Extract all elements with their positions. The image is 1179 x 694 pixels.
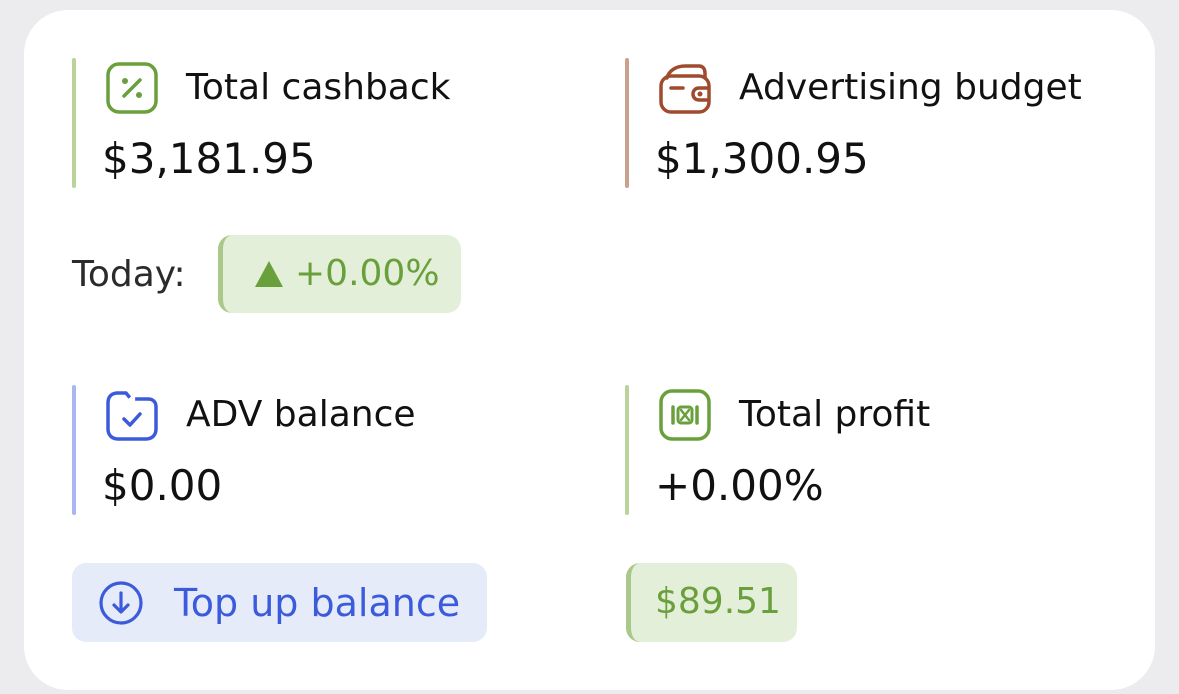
percent-badge-icon bbox=[102, 58, 162, 118]
today-change-value: +0.00% bbox=[295, 253, 440, 294]
accent-bar bbox=[72, 385, 76, 515]
accent-bar bbox=[625, 385, 629, 515]
download-circle-icon bbox=[97, 579, 145, 627]
stat-label: Advertising budget bbox=[739, 67, 1082, 108]
stat-adv-balance: ADV balance $0.00 bbox=[72, 385, 572, 515]
top-up-balance-label: Top up balance bbox=[174, 581, 461, 625]
today-change-badge: +0.00% bbox=[218, 235, 461, 313]
stat-value: $1,300.95 bbox=[655, 134, 869, 183]
accent-bar bbox=[625, 58, 629, 188]
triangle-up-icon bbox=[255, 261, 283, 287]
stat-label: Total cashback bbox=[186, 67, 451, 108]
today-label: Today: bbox=[72, 254, 186, 295]
wallet-icon bbox=[655, 58, 715, 118]
profit-amount-value: $89.51 bbox=[655, 581, 781, 622]
top-up-balance-button[interactable]: Top up balance bbox=[72, 563, 487, 642]
folder-check-icon bbox=[102, 385, 162, 445]
stat-total-cashback: Total cashback $3,181.95 bbox=[72, 58, 572, 188]
stat-label: Total profit bbox=[739, 394, 931, 435]
accent-bar bbox=[72, 58, 76, 188]
money-icon bbox=[655, 385, 715, 445]
stat-value: +0.00% bbox=[655, 461, 824, 510]
stat-value: $0.00 bbox=[102, 461, 223, 510]
stat-value: $3,181.95 bbox=[102, 134, 316, 183]
stat-total-profit: Total profit +0.00% bbox=[625, 385, 1125, 515]
stat-advertising-budget: Advertising budget $1,300.95 bbox=[625, 58, 1125, 188]
profit-amount-badge: $89.51 bbox=[626, 563, 797, 642]
stat-label: ADV balance bbox=[186, 394, 416, 435]
